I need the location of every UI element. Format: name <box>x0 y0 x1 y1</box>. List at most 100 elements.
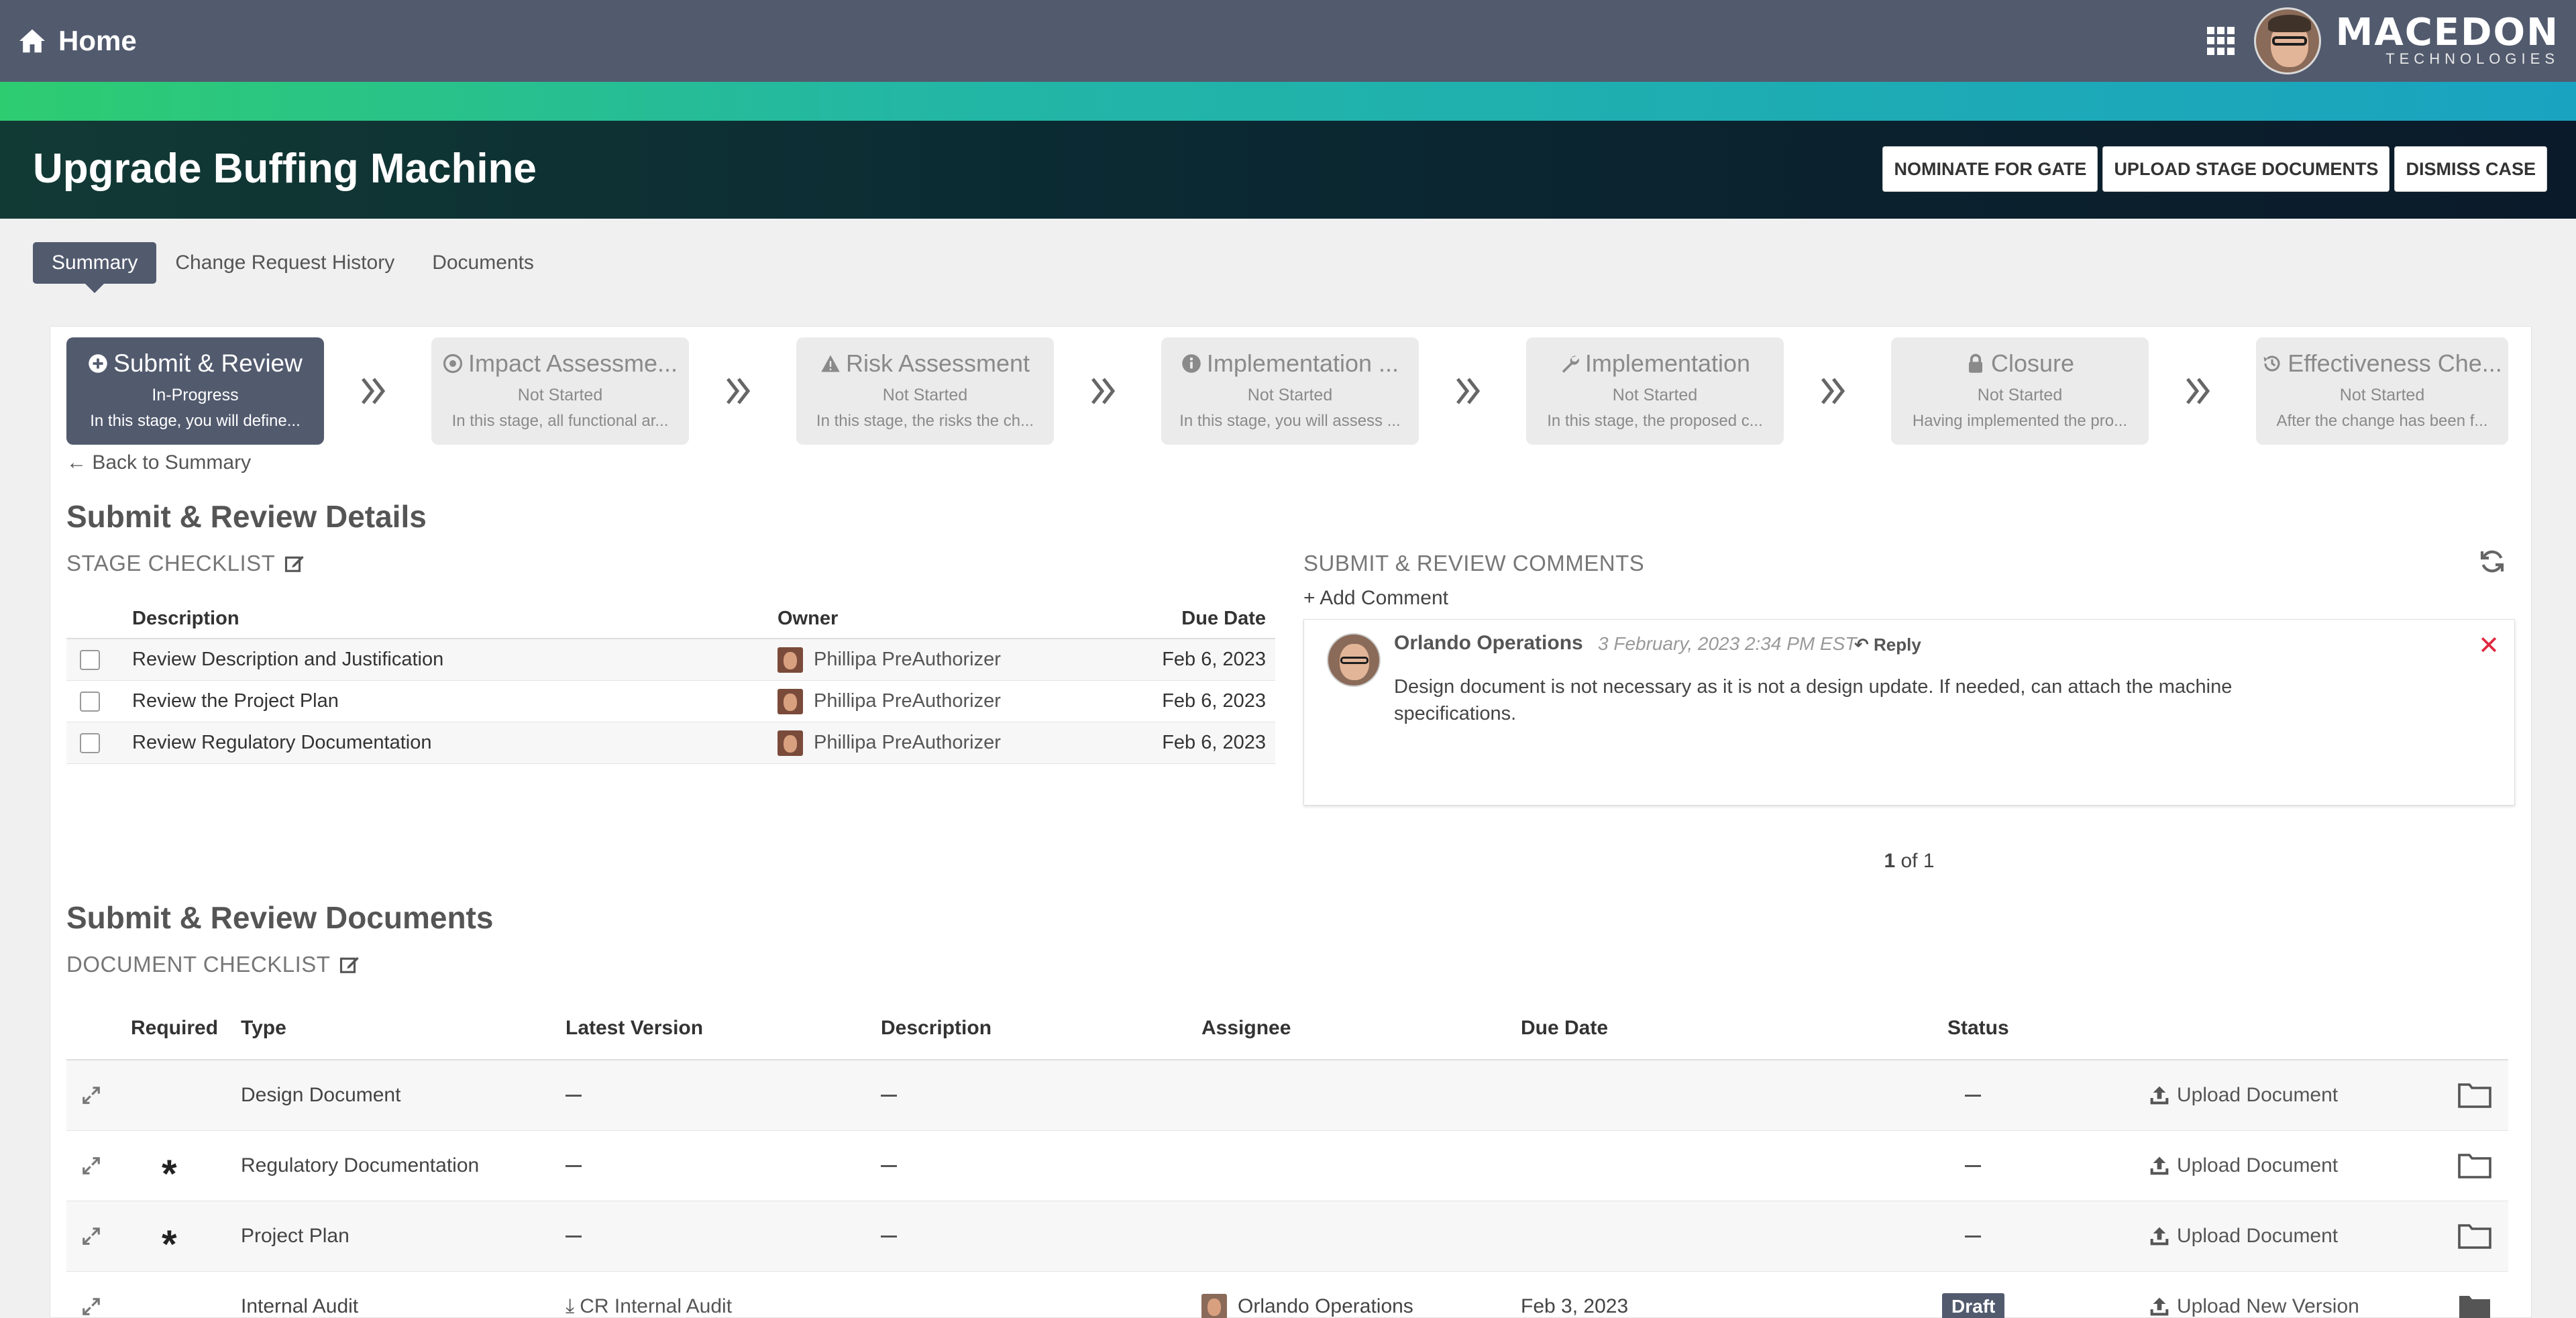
column-due-date: Due Date <box>1521 1017 1609 1039</box>
commenter-avatar <box>1327 633 1381 687</box>
row-description: Review Regulatory Documentation <box>132 732 432 753</box>
upload-stage-documents-button[interactable]: UPLOAD STAGE DOCUMENTS <box>2102 146 2390 192</box>
tab-summary[interactable]: Summary <box>33 242 157 293</box>
stage-description: In this stage, you will define... <box>90 412 301 430</box>
column-description: Description <box>132 607 239 629</box>
stage-description: Having implemented the pro... <box>1912 412 2128 430</box>
folder-icon[interactable] <box>2457 1223 2492 1250</box>
brand-name: MACEDON <box>2335 11 2559 54</box>
folder-icon[interactable] <box>2457 1152 2492 1179</box>
stage-progress: Submit & Review In-Progress In this stag… <box>66 337 2508 445</box>
add-comment-button[interactable]: + Add Comment <box>1303 587 1448 610</box>
back-link-label: Back to Summary <box>92 451 252 474</box>
upload-icon <box>2150 1297 2169 1316</box>
nominate-for-gate-button[interactable]: NOMINATE FOR GATE <box>1882 146 2098 192</box>
apps-grid-icon[interactable] <box>2206 27 2235 55</box>
stage-title: Effectiveness Che... <box>2288 349 2502 377</box>
stage-title: Submit & Review <box>113 349 303 377</box>
delete-comment-icon[interactable]: ✕ <box>2478 630 2500 661</box>
double-chevron-right-icon <box>727 378 751 404</box>
upload-new-version-button[interactable]: Upload New Version <box>2149 1295 2359 1318</box>
stage-title: Closure <box>1990 349 2075 377</box>
stage-status: In-Progress <box>152 386 239 404</box>
stage-description: In this stage, all functional ar... <box>451 412 669 430</box>
latest-version-link[interactable]: ⤓ CR Internal Audit <box>566 1295 732 1318</box>
row-due-date: Feb 6, 2023 <box>1162 690 1266 712</box>
empty-dash <box>1965 1164 1981 1167</box>
row-type: Internal Audit <box>241 1295 359 1317</box>
upload-icon <box>2150 1156 2169 1175</box>
edit-checklist-icon[interactable] <box>284 553 305 573</box>
empty-dash <box>566 1164 582 1167</box>
comments-label: SUBMIT & REVIEW COMMENTS <box>1303 551 1645 575</box>
owner-avatar <box>777 688 803 714</box>
folder-filled-icon[interactable] <box>2457 1293 2492 1318</box>
back-to-summary-link[interactable]: ← Back to Summary <box>66 451 251 474</box>
upload-document-button[interactable]: Upload Document <box>2149 1084 2338 1107</box>
reply-button[interactable]: ↶ Reply <box>1854 635 1921 655</box>
comment-card: Orlando Operations 3 February, 2023 2:34… <box>1303 619 2515 806</box>
upload-icon <box>2150 1086 2169 1105</box>
stage-effectiveness-check[interactable]: Effectiveness Che... Not Started After t… <box>2256 337 2508 445</box>
stage-status: Not Started <box>1247 386 1333 404</box>
stage-title: Implementation <box>1585 349 1751 377</box>
stage-implementation[interactable]: Implementation Not Started In this stage… <box>1526 337 1784 445</box>
column-latest-version: Latest Version <box>566 1017 704 1039</box>
double-chevron-right-icon <box>1456 378 1481 404</box>
stage-risk-assessment[interactable]: Risk Assessment Not Started In this stag… <box>796 337 1054 445</box>
comment-date: 3 February, 2023 2:34 PM EST <box>1598 633 1857 654</box>
refresh-icon[interactable] <box>2479 548 2506 575</box>
add-comment-label: Add Comment <box>1320 587 1448 609</box>
user-avatar[interactable] <box>2253 7 2321 74</box>
row-assignee: Orlando Operations <box>1238 1295 1413 1317</box>
row-description: Review the Project Plan <box>132 690 339 712</box>
upload-document-button[interactable]: Upload Document <box>2149 1225 2338 1248</box>
stage-closure[interactable]: Closure Not Started Having implemented t… <box>1891 337 2149 445</box>
comments-heading: SUBMIT & REVIEW COMMENTS <box>1303 551 1644 576</box>
column-assignee: Assignee <box>1201 1017 1291 1039</box>
tab-documents[interactable]: Documents <box>413 242 553 284</box>
warning-icon <box>821 355 840 372</box>
row-checkbox[interactable] <box>80 649 100 670</box>
column-description: Description <box>881 1017 992 1039</box>
empty-dash <box>566 1094 582 1097</box>
expand-icon[interactable] <box>81 1085 101 1105</box>
upload-label: Upload Document <box>2177 1154 2339 1176</box>
table-row: * Regulatory Documentation Upload Docume… <box>66 1131 2508 1201</box>
double-chevron-right-icon <box>1091 378 1116 404</box>
row-owner: Phillipa PreAuthorizer <box>814 690 1001 712</box>
edit-document-checklist-icon[interactable] <box>339 954 360 975</box>
folder-icon[interactable] <box>2457 1082 2492 1109</box>
row-due-date: Feb 6, 2023 <box>1162 649 1266 670</box>
empty-dash <box>566 1235 582 1238</box>
tab-change-request-history[interactable]: Change Request History <box>156 242 413 284</box>
pager-current: 1 <box>1884 850 1896 872</box>
table-header: Description Owner Due Date <box>66 599 1275 639</box>
stage-impact-assessment[interactable]: Impact Assessme... Not Started In this s… <box>431 337 689 445</box>
expand-icon[interactable] <box>81 1297 101 1317</box>
home-link[interactable]: Home <box>18 25 137 57</box>
accent-gradient-bar <box>0 82 2576 121</box>
stage-submit-review[interactable]: Submit & Review In-Progress In this stag… <box>66 337 324 445</box>
column-type: Type <box>241 1017 286 1039</box>
row-checkbox[interactable] <box>80 732 100 753</box>
row-due-date: Feb 6, 2023 <box>1162 732 1266 753</box>
download-icon: ⤓ <box>566 1295 575 1317</box>
target-icon <box>443 353 462 374</box>
table-row: Review the Project Plan Phillipa PreAuth… <box>66 681 1275 722</box>
top-navbar: Home MACEDON TECHNOLOGIES <box>0 0 2576 82</box>
expand-icon[interactable] <box>81 1226 101 1246</box>
upload-document-button[interactable]: Upload Document <box>2149 1154 2338 1177</box>
stage-description: In this stage, the risks the ch... <box>816 412 1034 430</box>
document-checklist-label: DOCUMENT CHECKLIST <box>66 952 331 977</box>
column-status: Status <box>1947 1017 2009 1039</box>
dismiss-case-button[interactable]: DISMISS CASE <box>2394 146 2547 192</box>
row-checkbox[interactable] <box>80 691 100 712</box>
stage-description: In this stage, the proposed c... <box>1547 412 1763 430</box>
expand-icon[interactable] <box>81 1156 101 1176</box>
stage-status: Not Started <box>1977 386 2063 404</box>
document-checklist-heading: DOCUMENT CHECKLIST <box>66 952 360 977</box>
page-title: Upgrade Buffing Machine <box>33 146 537 192</box>
table-row: Review Regulatory Documentation Phillipa… <box>66 722 1275 764</box>
stage-implementation-planning[interactable]: Implementation ... Not Started In this s… <box>1161 337 1419 445</box>
